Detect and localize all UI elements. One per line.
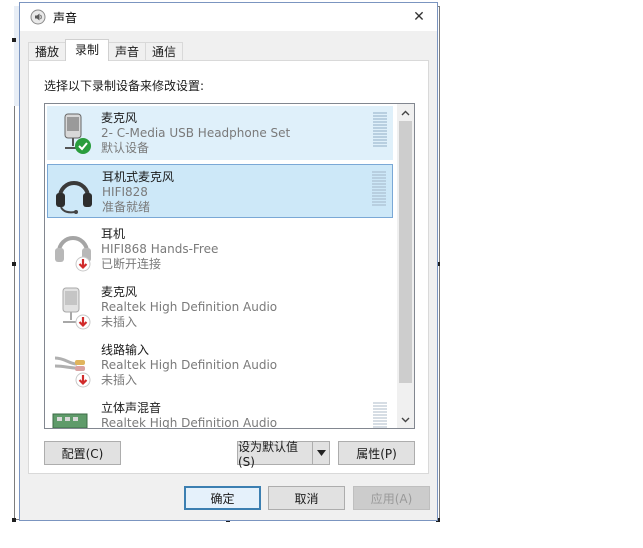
set-default-label: 设为默认值(S)	[238, 439, 299, 469]
level-meter	[373, 112, 387, 148]
resize-handle[interactable]	[12, 262, 16, 266]
scroll-up-button[interactable]	[397, 104, 414, 121]
recording-panel: 选择以下录制设备来修改设置: 麦克风 2- C-Media USB Headph…	[28, 60, 429, 474]
chevron-down-icon	[401, 417, 410, 422]
device-item-microphone-realtek[interactable]: 麦克风 Realtek High Definition Audio 未插入	[47, 280, 393, 334]
device-description: HIFI828	[102, 185, 148, 199]
vertical-scrollbar[interactable]	[397, 104, 414, 428]
device-description: Realtek High Definition Audio	[101, 300, 278, 314]
chevron-up-icon	[401, 110, 410, 115]
device-description: Realtek High Definition Audio	[101, 416, 278, 429]
tab-communications[interactable]: 通信	[145, 42, 184, 61]
headset-icon	[55, 236, 91, 272]
device-status: 未插入	[101, 373, 138, 387]
device-name: 麦克风	[101, 111, 138, 125]
resize-handle[interactable]	[12, 38, 16, 42]
close-icon: ✕	[413, 9, 425, 25]
instruction-text: 选择以下录制设备来修改设置:	[44, 79, 205, 93]
default-check-icon	[75, 138, 91, 154]
microphone-icon	[64, 113, 91, 154]
close-button[interactable]: ✕	[401, 3, 437, 31]
device-description: 2- C-Media USB Headphone Set	[101, 126, 291, 140]
device-name: 耳机式麦克风	[102, 170, 175, 184]
device-description: HIFI868 Hands-Free	[101, 242, 219, 256]
window-title: 声音	[53, 10, 78, 25]
device-name: 耳机	[101, 227, 126, 241]
screenshot-canvas: 声音 ✕ 播放 录制 声音 通信 选择以下录制设备来修改设置: 麦克风 2- C…	[0, 0, 643, 548]
tab-playback[interactable]: 播放	[28, 42, 67, 61]
device-item-headset-microphone[interactable]: 耳机式麦克风 HIFI828 准备就绪	[47, 164, 393, 218]
device-item-stereo-mix[interactable]: 立体声混音 Realtek High Definition Audio	[47, 396, 393, 429]
device-name: 线路输入	[101, 343, 150, 357]
tab-strip: 播放 录制 声音 通信	[28, 39, 184, 61]
level-meter	[373, 402, 387, 428]
headset-icon	[56, 181, 92, 214]
device-description: Realtek High Definition Audio	[101, 358, 278, 372]
scroll-down-button[interactable]	[397, 411, 414, 428]
microphone-icon	[62, 287, 91, 330]
recording-device-list[interactable]: 麦克风 2- C-Media USB Headphone Set 默认设备 耳机…	[44, 103, 415, 429]
tab-recording[interactable]: 录制	[65, 39, 110, 61]
dropdown-arrow-icon	[316, 450, 326, 456]
device-item-headphones-handsfree[interactable]: 耳机 HIFI868 Hands-Free 已断开连接	[47, 222, 393, 276]
set-default-split-button[interactable]: 设为默认值(S)	[237, 440, 330, 469]
device-name: 麦克风	[101, 285, 138, 299]
cancel-button[interactable]: 取消	[268, 486, 345, 510]
level-meter	[372, 171, 386, 207]
device-status: 未插入	[101, 315, 138, 329]
device-status: 准备就绪	[102, 200, 151, 214]
scroll-thumb[interactable]	[399, 121, 412, 383]
apply-button[interactable]: 应用(A)	[353, 486, 430, 510]
tab-sounds[interactable]: 声音	[108, 42, 147, 61]
resize-handle[interactable]	[12, 518, 16, 522]
device-status: 已断开连接	[101, 257, 162, 271]
speaker-app-icon	[30, 9, 46, 25]
set-default-dropdown[interactable]	[312, 442, 329, 464]
title-bar: 声音 ✕	[20, 3, 437, 32]
sound-card-icon	[52, 413, 88, 428]
ok-button[interactable]: 确定	[184, 486, 261, 510]
sound-dialog: 声音 ✕ 播放 录制 声音 通信 选择以下录制设备来修改设置: 麦克风 2- C…	[19, 2, 438, 521]
device-item-microphone-usb[interactable]: 麦克风 2- C-Media USB Headphone Set 默认设备	[47, 106, 393, 160]
properties-button[interactable]: 属性(P)	[338, 441, 415, 465]
device-item-line-in[interactable]: 线路输入 Realtek High Definition Audio 未插入	[47, 338, 393, 392]
configure-button[interactable]: 配置(C)	[44, 441, 121, 465]
device-status: 默认设备	[101, 141, 150, 155]
line-in-cable-icon	[54, 356, 91, 388]
device-name: 立体声混音	[101, 401, 162, 415]
